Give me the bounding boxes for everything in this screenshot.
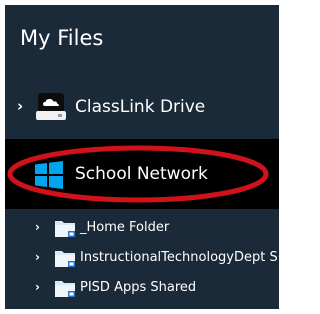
- cloud-drive-icon: [36, 93, 66, 120]
- chevron-right-icon[interactable]: ›: [35, 221, 40, 233]
- classlink-drive-label: ClassLink Drive: [75, 97, 206, 117]
- network-folder-icon: [55, 221, 75, 237]
- folder-label: InstructionalTechnologyDept S: [80, 250, 278, 265]
- school-network-item[interactable]: School Network: [5, 139, 279, 209]
- windows-icon: [35, 161, 63, 189]
- network-folder-icon: [55, 251, 75, 267]
- network-folder-icon: [55, 281, 75, 297]
- classlink-drive-item[interactable]: › ClassLink Drive: [5, 89, 279, 125]
- folder-label: PISD Apps Shared: [80, 280, 197, 295]
- folder-label: _Home Folder: [80, 220, 170, 235]
- folder-item-home[interactable]: › _Home Folder: [5, 215, 279, 241]
- chevron-right-icon[interactable]: ›: [35, 251, 40, 263]
- school-network-label: School Network: [75, 164, 208, 184]
- panel-title: My Files: [20, 26, 104, 50]
- chevron-right-icon[interactable]: ›: [35, 281, 40, 293]
- folder-item-pisd-apps-shared[interactable]: › PISD Apps Shared: [5, 275, 279, 301]
- chevron-right-icon[interactable]: ›: [17, 99, 23, 114]
- folder-item-instructional-technology[interactable]: › InstructionalTechnologyDept S: [5, 245, 279, 271]
- my-files-panel: My Files › ClassLink Drive School Networ…: [5, 5, 279, 309]
